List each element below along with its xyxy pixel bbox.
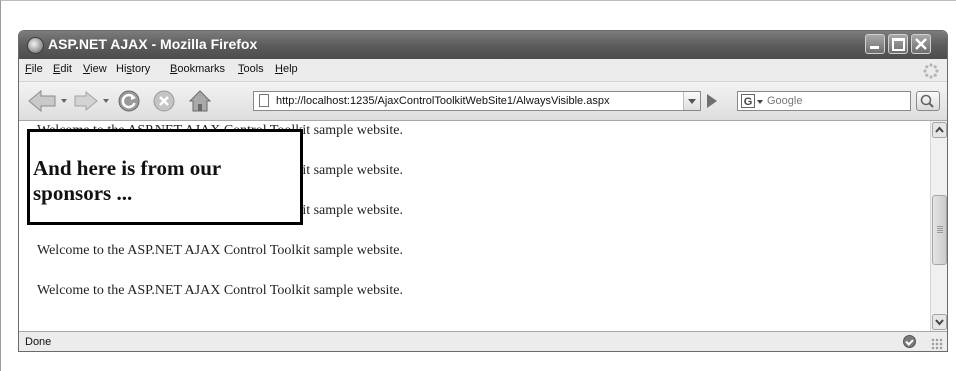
vertical-scrollbar[interactable] [930,121,947,331]
forward-icon[interactable] [73,91,99,111]
forward-history-dropdown[interactable] [103,99,109,103]
google-engine-icon[interactable]: G [741,94,755,108]
scrollbar-thumb[interactable] [932,195,947,265]
page-icon [259,94,269,107]
menu-bar: File Edit View History Bookmarks Tools H… [19,59,947,82]
search-input[interactable]: Google [767,95,802,107]
close-icon [915,38,927,50]
menu-history-rest: tory [131,63,151,75]
search-engine-dropdown[interactable] [757,100,763,104]
menu-bookmarks-rest: ookmarks [177,63,226,75]
search-box[interactable]: G Google [737,91,911,111]
browser-window: ASP.NET AJAX - Mozilla Firefox File Edit… [18,30,948,352]
window-title: ASP.NET AJAX - Mozilla Firefox [48,36,258,52]
menu-tools-rest: ools [243,63,264,75]
close-button[interactable] [911,34,931,54]
url-bar[interactable]: http://localhost:1235/AjaxControlToolkit… [253,91,701,111]
menu-edit[interactable]: Edit [53,63,72,75]
home-icon[interactable] [187,88,213,114]
go-icon[interactable] [707,94,717,108]
back-icon[interactable] [27,89,57,113]
stop-icon[interactable] [152,89,176,113]
throbber-icon [923,63,939,79]
status-check-icon[interactable] [903,335,916,348]
menu-help-rest: elp [282,63,298,75]
navigation-toolbar: http://localhost:1235/AjaxControlToolkit… [19,82,947,121]
resize-grip-icon[interactable] [931,338,943,350]
menu-view-rest: iew [90,63,107,75]
content-line: Welcome to the ASP.NET AJAX Control Tool… [37,283,404,298]
scroll-up-icon[interactable] [932,122,947,138]
scrollbar-grip-icon [937,226,943,233]
menu-help[interactable]: Help [275,63,298,75]
menu-view[interactable]: View [83,63,107,75]
menu-edit-rest: dit [60,63,72,75]
menu-file[interactable]: File [25,63,43,75]
title-bar[interactable]: ASP.NET AJAX - Mozilla Firefox [19,31,947,59]
scroll-down-icon[interactable] [932,314,947,330]
search-icon [920,94,934,108]
sponsor-message: And here is from our sponsors ... [33,156,221,205]
url-dropdown-button[interactable] [683,92,700,110]
page-content: Welcome to the ASP.NET AJAX Control Tool… [19,121,930,331]
always-visible-panel: And here is from our sponsors ... [27,129,303,225]
menu-bookmarks[interactable]: Bookmarks [170,63,225,75]
menu-tools[interactable]: Tools [238,63,264,75]
status-text: Done [25,336,52,348]
back-history-dropdown[interactable] [61,99,67,103]
url-text[interactable]: http://localhost:1235/AjaxControlToolkit… [276,95,609,107]
status-bar: Done [19,331,947,351]
maximize-button[interactable] [888,34,908,54]
menu-history-pre: Hi [116,63,127,75]
menu-file-rest: ile [31,63,43,75]
search-button[interactable] [916,91,940,111]
reload-icon[interactable] [117,89,141,113]
content-line: Welcome to the ASP.NET AJAX Control Tool… [37,243,404,258]
minimize-button[interactable] [865,34,885,54]
menu-history[interactable]: History [116,63,150,75]
firefox-icon [27,37,44,54]
